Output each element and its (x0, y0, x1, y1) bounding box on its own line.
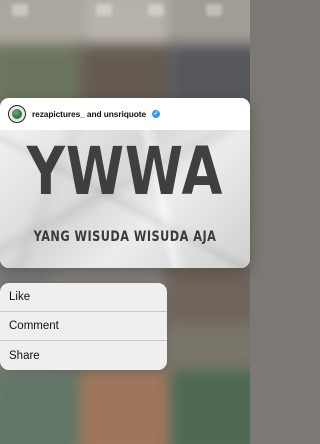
username-label[interactable]: rezapictures_ and unsriquote (32, 109, 146, 119)
post-subheadline: YANG WISUDA WISUDA AJA (33, 229, 217, 245)
like-menu-item[interactable]: Like (0, 283, 167, 312)
post-headline: YWWA (26, 133, 224, 210)
post-preview-card[interactable]: rezapictures_ and unsriquote ✓ YWWA YANG… (0, 98, 250, 268)
avatar[interactable] (8, 105, 26, 123)
share-menu-item[interactable]: Share (0, 341, 167, 370)
post-image[interactable]: YWWA YANG WISUDA WISUDA AJA (0, 130, 250, 268)
avatar-image (12, 109, 22, 119)
profile-tab-icon (12, 4, 28, 16)
reels-tab-icon (148, 4, 164, 16)
post-header: rezapictures_ and unsriquote ✓ (0, 98, 250, 130)
verified-badge-icon: ✓ (152, 110, 161, 118)
tagged-tab-icon (206, 4, 222, 16)
grid-tab-icon (96, 4, 112, 16)
comment-menu-item[interactable]: Comment (0, 312, 167, 341)
action-menu: Like Comment Share (0, 283, 167, 370)
